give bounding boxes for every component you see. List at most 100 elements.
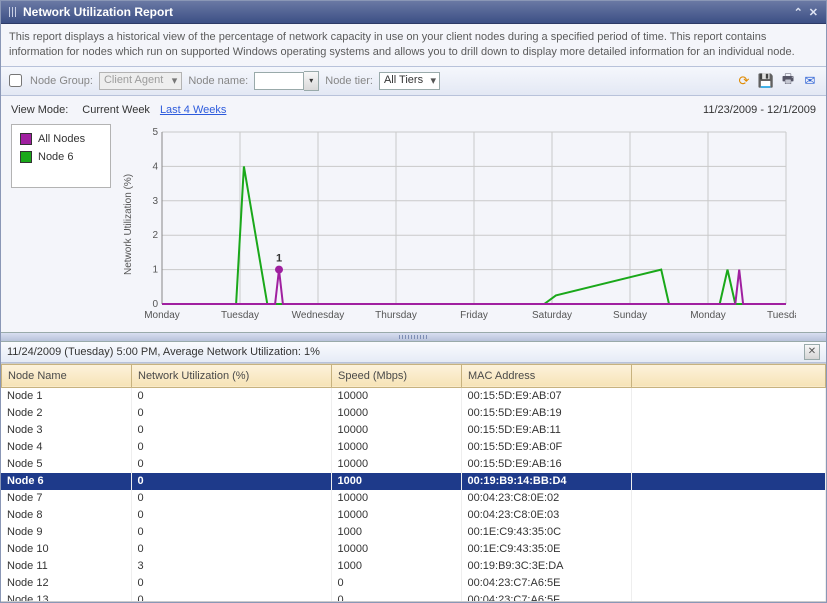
y-axis-label: Network Utilization (%) (121, 124, 136, 324)
cell-speed: 10000 (331, 490, 461, 507)
svg-text:Monday: Monday (144, 310, 180, 321)
svg-text:Thursday: Thursday (375, 310, 417, 321)
table-row[interactable]: Node 101000000:15:5D:E9:AB:07 (1, 388, 826, 405)
cell-mac: 00:15:5D:E9:AB:19 (461, 405, 631, 422)
collapse-icon[interactable]: ⌃ (794, 6, 803, 19)
detail-table: Node Name Network Utilization (%) Speed … (1, 363, 826, 602)
splitter-handle[interactable] (1, 332, 826, 342)
svg-text:Sunday: Sunday (613, 310, 647, 321)
node-tier-select[interactable]: All Tiers (379, 72, 440, 90)
email-icon[interactable]: ✉ (802, 73, 818, 89)
cell-name: Node 9 (1, 524, 131, 541)
cell-speed: 1000 (331, 524, 461, 541)
table-row[interactable]: Node 401000000:15:5D:E9:AB:0F (1, 439, 826, 456)
cell-util: 0 (131, 507, 331, 524)
cell-name: Node 12 (1, 575, 131, 592)
col-mac[interactable]: MAC Address (462, 364, 632, 387)
legend-swatch-all-nodes (20, 133, 32, 145)
cell-mac: 00:04:23:C8:0E:03 (461, 507, 631, 524)
cell-name: Node 3 (1, 422, 131, 439)
table-row[interactable]: Node 501000000:15:5D:E9:AB:16 (1, 456, 826, 473)
legend-label-node6: Node 6 (38, 151, 73, 163)
detail-header-text: 11/24/2009 (Tuesday) 5:00 PM, Average Ne… (7, 346, 320, 358)
view-mode-row: View Mode: Current Week Last 4 Weeks 11/… (1, 96, 826, 124)
cell-name: Node 7 (1, 490, 131, 507)
legend-node6: Node 6 (20, 151, 102, 163)
table-row[interactable]: Node 201000000:15:5D:E9:AB:19 (1, 405, 826, 422)
report-window: Network Utilization Report ⌃ ✕ This repo… (0, 0, 827, 603)
close-icon[interactable]: ✕ (809, 6, 818, 19)
cell-util: 0 (131, 524, 331, 541)
svg-text:Wednesday: Wednesday (292, 310, 345, 321)
table-scroll[interactable]: Node 101000000:15:5D:E9:AB:07Node 201000… (1, 388, 826, 602)
cell-mac: 00:19:B9:3C:3E:DA (461, 558, 631, 575)
view-mode-label: View Mode: (11, 104, 68, 116)
grip-icon (9, 7, 17, 17)
col-network-util[interactable]: Network Utilization (%) (132, 364, 332, 387)
cell-name: Node 2 (1, 405, 131, 422)
svg-text:Tuesday: Tuesday (767, 310, 796, 321)
cell-name: Node 1 (1, 388, 131, 405)
view-mode-current[interactable]: Current Week (82, 104, 150, 116)
svg-text:0: 0 (152, 299, 158, 310)
svg-text:3: 3 (152, 195, 158, 206)
view-mode-last4weeks[interactable]: Last 4 Weeks (160, 104, 226, 116)
cell-name: Node 5 (1, 456, 131, 473)
table-row[interactable]: Node 130000:04:23:C7:A6:5F (1, 592, 826, 602)
cell-util: 0 (131, 473, 331, 490)
cell-name: Node 8 (1, 507, 131, 524)
node-name-input[interactable] (254, 72, 304, 90)
col-filler (632, 364, 826, 387)
cell-name: Node 13 (1, 592, 131, 602)
detail-close-button[interactable]: ✕ (804, 344, 820, 360)
cell-mac: 00:15:5D:E9:AB:16 (461, 456, 631, 473)
titlebar: Network Utilization Report ⌃ ✕ (1, 1, 826, 24)
legend-all-nodes: All Nodes (20, 133, 102, 145)
print-icon[interactable]: 🖶 (780, 73, 796, 89)
cell-name: Node 10 (1, 541, 131, 558)
cell-util: 0 (131, 490, 331, 507)
node-group-select[interactable]: Client Agent (99, 72, 182, 90)
node-name-dropdown-button[interactable]: ▾ (304, 71, 319, 91)
cell-mac: 00:04:23:C8:0E:02 (461, 490, 631, 507)
table-row[interactable]: Node 120000:04:23:C7:A6:5E (1, 575, 826, 592)
cell-util: 0 (131, 575, 331, 592)
cell-speed: 0 (331, 592, 461, 602)
table-row[interactable]: Node 1001000000:1E:C9:43:35:0E (1, 541, 826, 558)
svg-text:Tuesday: Tuesday (221, 310, 259, 321)
cell-util: 0 (131, 541, 331, 558)
cell-util: 0 (131, 456, 331, 473)
cell-speed: 10000 (331, 439, 461, 456)
svg-text:1: 1 (152, 264, 158, 275)
svg-text:4: 4 (152, 161, 158, 172)
svg-text:1: 1 (276, 252, 282, 264)
filter-bar: Node Group: Client Agent Node name: ▾ No… (1, 66, 826, 96)
cell-mac: 00:04:23:C7:A6:5E (461, 575, 631, 592)
table-row[interactable]: Node 113100000:19:B9:3C:3E:DA (1, 558, 826, 575)
table-row[interactable]: Node 301000000:15:5D:E9:AB:11 (1, 422, 826, 439)
col-speed[interactable]: Speed (Mbps) (332, 364, 462, 387)
cell-speed: 10000 (331, 388, 461, 405)
col-node-name[interactable]: Node Name (2, 364, 132, 387)
table-row[interactable]: Node 801000000:04:23:C8:0E:03 (1, 507, 826, 524)
node-group-label: Node Group: (30, 75, 93, 87)
date-range: 11/23/2009 - 12/1/2009 (703, 104, 816, 116)
legend-swatch-node6 (20, 151, 32, 163)
cell-mac: 00:15:5D:E9:AB:0F (461, 439, 631, 456)
cell-name: Node 11 (1, 558, 131, 575)
node-group-checkbox[interactable] (9, 74, 22, 87)
cell-name: Node 4 (1, 439, 131, 456)
cell-speed: 10000 (331, 507, 461, 524)
cell-speed: 10000 (331, 422, 461, 439)
detail-header: 11/24/2009 (Tuesday) 5:00 PM, Average Ne… (1, 342, 826, 363)
cell-mac: 00:15:5D:E9:AB:11 (461, 422, 631, 439)
table-row[interactable]: Node 701000000:04:23:C8:0E:02 (1, 490, 826, 507)
cell-speed: 1000 (331, 473, 461, 490)
refresh-icon[interactable]: ⟳ (736, 73, 752, 89)
cell-mac: 00:1E:C9:43:35:0E (461, 541, 631, 558)
cell-mac: 00:19:B9:14:BB:D4 (461, 473, 631, 490)
svg-text:Friday: Friday (460, 310, 488, 321)
table-row[interactable]: Node 90100000:1E:C9:43:35:0C (1, 524, 826, 541)
table-row[interactable]: Node 60100000:19:B9:14:BB:D4 (1, 473, 826, 490)
save-icon[interactable]: 💾 (758, 73, 774, 89)
